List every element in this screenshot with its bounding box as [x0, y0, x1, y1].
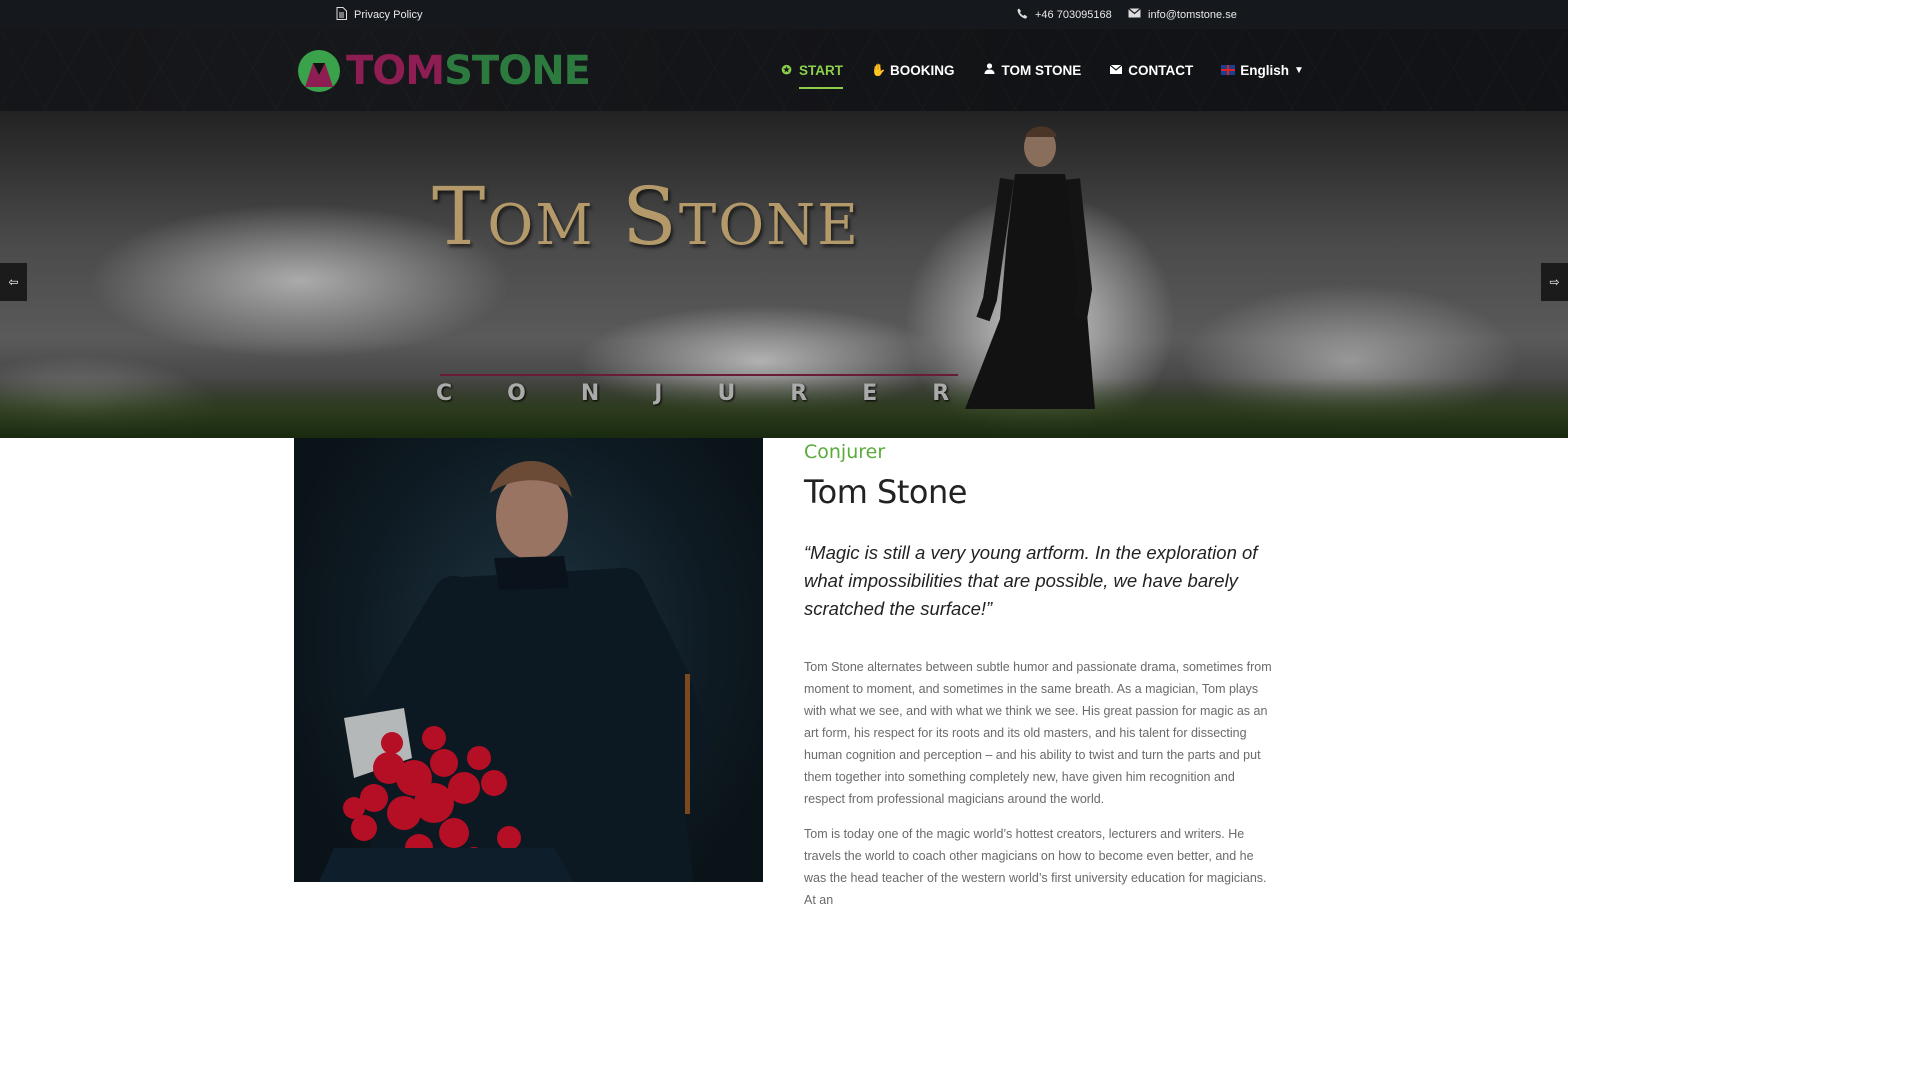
site-logo[interactable]: TOMSTONE: [296, 48, 591, 94]
nav-item-label: CONTACT: [1128, 62, 1194, 78]
nav-item-tom-stone[interactable]: TOM STONE: [983, 58, 1082, 82]
uk-flag-icon: [1221, 65, 1236, 75]
magician-portrait-image: [294, 438, 763, 882]
phone-number: +46 703095168: [1035, 8, 1112, 21]
home-icon: ✪: [781, 63, 792, 77]
top-bar: Privacy Policy +46 703095168 info@tomsto…: [0, 0, 1568, 29]
document-icon: [336, 6, 347, 23]
phone-icon: [1017, 8, 1028, 22]
slider-next-button[interactable]: ⇨: [1541, 263, 1568, 301]
language-selector[interactable]: English ▼: [1221, 63, 1304, 78]
bio-paragraph-2: Tom is today one of the magic world’s ho…: [804, 826, 1267, 907]
language-label: English: [1240, 62, 1290, 78]
nav-item-contact[interactable]: CONTACT: [1109, 58, 1193, 82]
caret-down-icon: ▼: [1294, 64, 1304, 76]
mail-icon: [1128, 8, 1141, 21]
nav-item-start[interactable]: ✪ START: [780, 58, 843, 89]
hero-title: Tom Stone: [432, 170, 860, 263]
hero-divider: [440, 374, 958, 376]
nav-item-booking[interactable]: ✋ BOOKING: [871, 58, 955, 82]
page-title: Tom Stone: [804, 473, 967, 511]
nav-item-label: START: [799, 62, 843, 78]
user-icon: [983, 63, 996, 77]
phone-link[interactable]: +46 703095168: [1017, 0, 1112, 29]
section-kicker: Conjurer: [804, 441, 886, 463]
privacy-policy-label: Privacy Policy: [354, 8, 423, 21]
logo-text-tom: TOM: [346, 48, 445, 94]
pull-quote: “Magic is still a very young artform. In…: [804, 542, 1258, 619]
bio-paragraph-1: Tom Stone alternates between subtle humo…: [804, 660, 1272, 806]
nav-item-label: TOM STONE: [1001, 62, 1082, 78]
logo-text-stone: STONE: [444, 48, 591, 94]
privacy-policy-link[interactable]: Privacy Policy: [336, 0, 422, 29]
email-link[interactable]: info@tomstone.se: [1128, 0, 1237, 29]
email-address: info@tomstone.se: [1148, 8, 1237, 21]
intro-text-column: Conjurer Tom Stone “Magic is still a ver…: [804, 438, 1274, 923]
magician-figure-image: [965, 126, 1095, 409]
slider-prev-button[interactable]: ⇦: [0, 263, 27, 301]
hero-subtitle: CONJURER: [436, 381, 1005, 406]
site-header: TOMSTONE ✪ START ✋ BOOKING TOM STONE CON…: [0, 29, 1568, 111]
hero-slider: Tom Stone CONJURER ⇦ ⇨: [0, 111, 1568, 438]
hand-icon: ✋: [871, 63, 886, 77]
nav-item-label: BOOKING: [890, 62, 955, 78]
intro-section: Conjurer Tom Stone “Magic is still a ver…: [0, 438, 1568, 907]
envelope-icon: [1109, 63, 1123, 77]
logo-mark-icon: [298, 50, 340, 92]
main-nav: ✪ START ✋ BOOKING TOM STONE CONTACT Engl…: [780, 29, 1304, 111]
